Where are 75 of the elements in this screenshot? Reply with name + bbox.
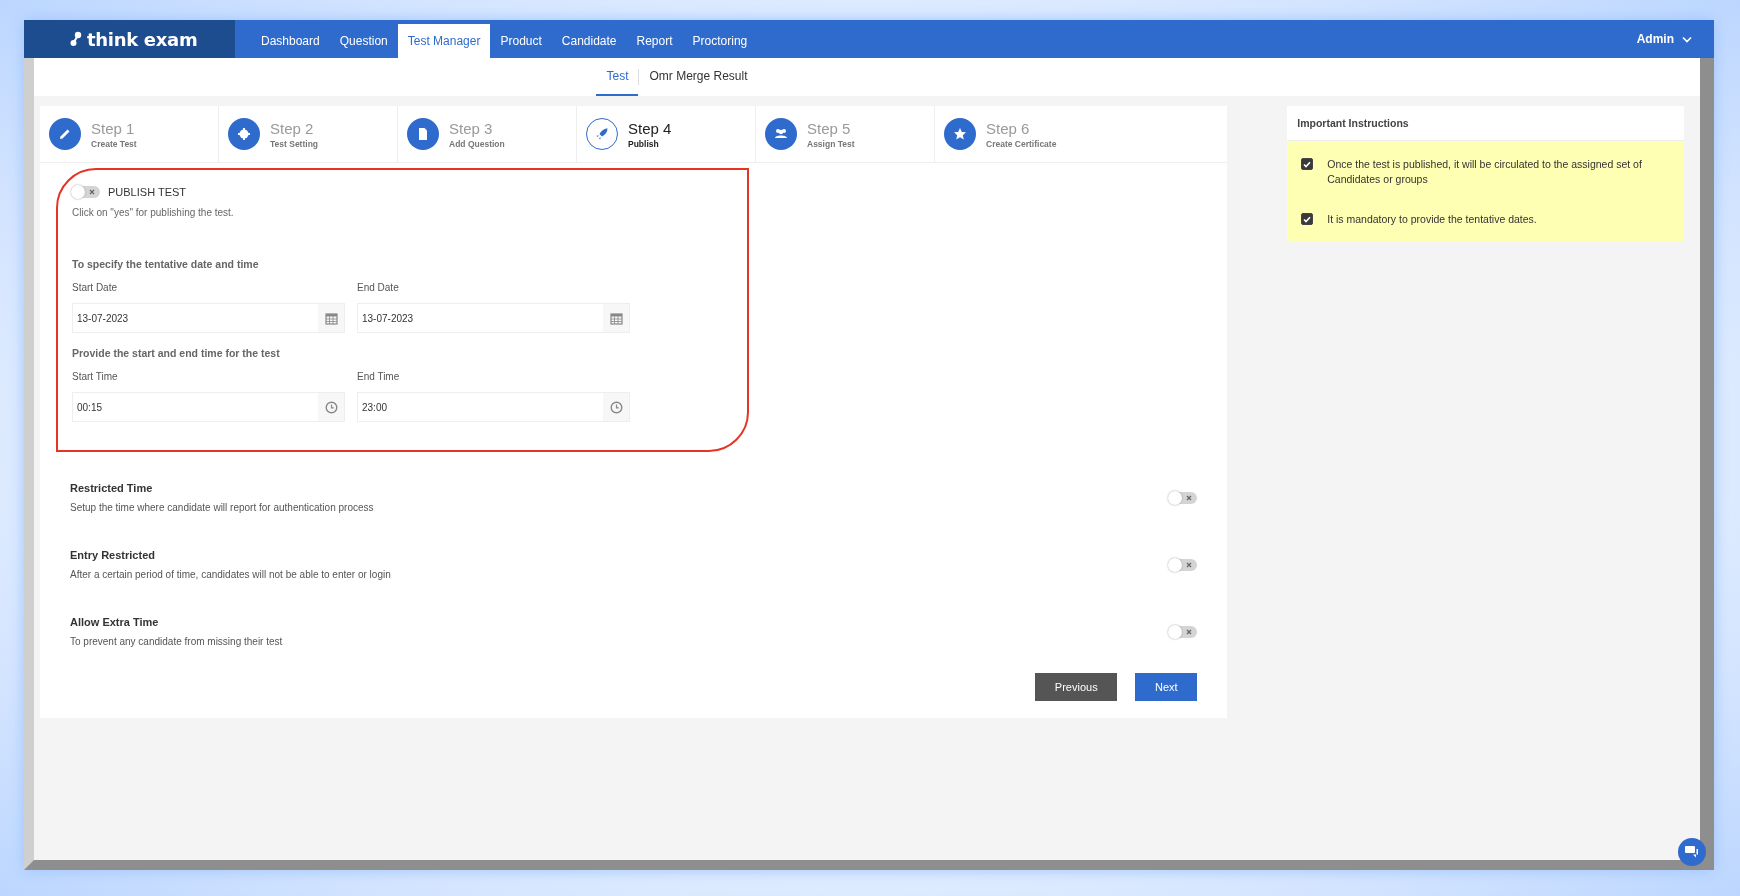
publish-hint: Click on "yes" for publishing the test.: [72, 207, 235, 218]
step-subtitle: Test Setting: [270, 138, 318, 149]
date-field[interactable]: 13-07-2023: [357, 303, 630, 333]
nav-tab[interactable]: Candidate: [551, 24, 627, 58]
field-label: Start Date: [72, 282, 119, 293]
time-field[interactable]: 00:15: [72, 392, 345, 422]
option-description: After a certain period of time, candidates will not be able to enter or login: [70, 569, 391, 580]
wizard-step[interactable]: Step 6 Create Certificate: [935, 106, 1228, 162]
step-subtitle: Assign Test: [807, 138, 855, 149]
section-heading: To specify the tentative date and time: [72, 258, 260, 270]
cross-icon: [1186, 561, 1193, 568]
chat-icon: [1684, 845, 1700, 859]
document-icon: [416, 127, 430, 141]
wizard-step[interactable]: Step 3 Add Question: [398, 106, 577, 162]
step-subtitle: Create Certificate: [986, 138, 1057, 149]
people-icon: [774, 127, 788, 141]
logo-mark-icon: [70, 31, 82, 47]
user-menu[interactable]: Admin: [1636, 32, 1674, 46]
wizard-step[interactable]: Step 5 Assign Test: [756, 106, 935, 162]
wizard-step[interactable]: Step 2 Test Setting: [219, 106, 398, 162]
sub-tab[interactable]: Omr Merge Result: [639, 58, 758, 96]
date-field[interactable]: 13-07-2023: [72, 303, 345, 333]
brand-logo[interactable]: think exam: [24, 20, 235, 58]
section-heading: Provide the start and end time for the test: [72, 347, 281, 359]
option-title: Restricted Time: [70, 482, 154, 494]
step-subtitle: Publish: [628, 138, 660, 149]
star-icon: [953, 127, 967, 141]
nav-tab[interactable]: Proctoring: [682, 24, 758, 58]
calendar-icon: [324, 311, 338, 325]
checkbox[interactable]: [1301, 213, 1314, 226]
step-title: Step 1: [91, 119, 136, 137]
step-title: Step 3: [449, 119, 494, 137]
nav-tab[interactable]: Question: [329, 24, 398, 58]
option-description: Setup the time where candidate will report for authentication process: [70, 502, 374, 513]
nav-tab[interactable]: Product: [490, 24, 552, 58]
instruction-text: Once the test is published, it will be circulated to the assigned set of Candidates or groups: [1327, 157, 1643, 187]
option-toggle[interactable]: [1169, 491, 1198, 504]
option-title: Allow Extra Time: [70, 616, 160, 628]
option-toggle[interactable]: [1169, 558, 1198, 571]
publish-label: PUBLISH TEST: [108, 186, 187, 198]
cross-icon: [1186, 494, 1193, 501]
gear-icon: [237, 127, 251, 141]
nav-tab[interactable]: Test Manager: [397, 24, 491, 58]
field-label: Start Time: [72, 371, 119, 382]
chat-button[interactable]: [1678, 838, 1706, 866]
option-title: Entry Restricted: [70, 549, 156, 561]
nav-tab[interactable]: Dashboard: [251, 24, 330, 58]
chevron-down-icon[interactable]: [1682, 35, 1692, 43]
instruction-text: It is mandatory to provide the tentative dates.: [1327, 212, 1538, 228]
cross-icon: [89, 189, 95, 195]
field-label: End Time: [357, 371, 401, 382]
step-title: Step 2: [270, 119, 315, 137]
next-button[interactable]: Next: [1135, 673, 1198, 701]
calendar-icon: [609, 311, 623, 325]
step-title: Step 6: [986, 119, 1031, 137]
previous-button[interactable]: Previous: [1035, 673, 1118, 701]
option-toggle[interactable]: [1169, 625, 1198, 638]
step-title: Step 4: [628, 119, 672, 137]
brand-name: think exam: [87, 28, 198, 50]
step-title: Step 5: [807, 119, 852, 137]
field-label: End Date: [357, 282, 400, 293]
time-field[interactable]: 23:00: [357, 392, 630, 422]
wizard-step[interactable]: Step 4 Publish: [577, 106, 756, 162]
nav-tab[interactable]: Report: [626, 24, 683, 58]
step-subtitle: Create Test: [91, 138, 137, 149]
pencil-icon: [58, 127, 72, 141]
cross-icon: [1186, 628, 1193, 635]
clock-icon: [609, 400, 623, 414]
publish-toggle[interactable]: [72, 186, 100, 198]
rocket-icon: [595, 127, 609, 141]
clock-icon: [324, 400, 338, 414]
option-description: To prevent any candidate from missing their test: [70, 636, 283, 647]
checkbox[interactable]: [1301, 158, 1314, 170]
wizard-step[interactable]: Step 1 Create Test: [40, 106, 219, 162]
step-subtitle: Add Question: [449, 138, 505, 149]
